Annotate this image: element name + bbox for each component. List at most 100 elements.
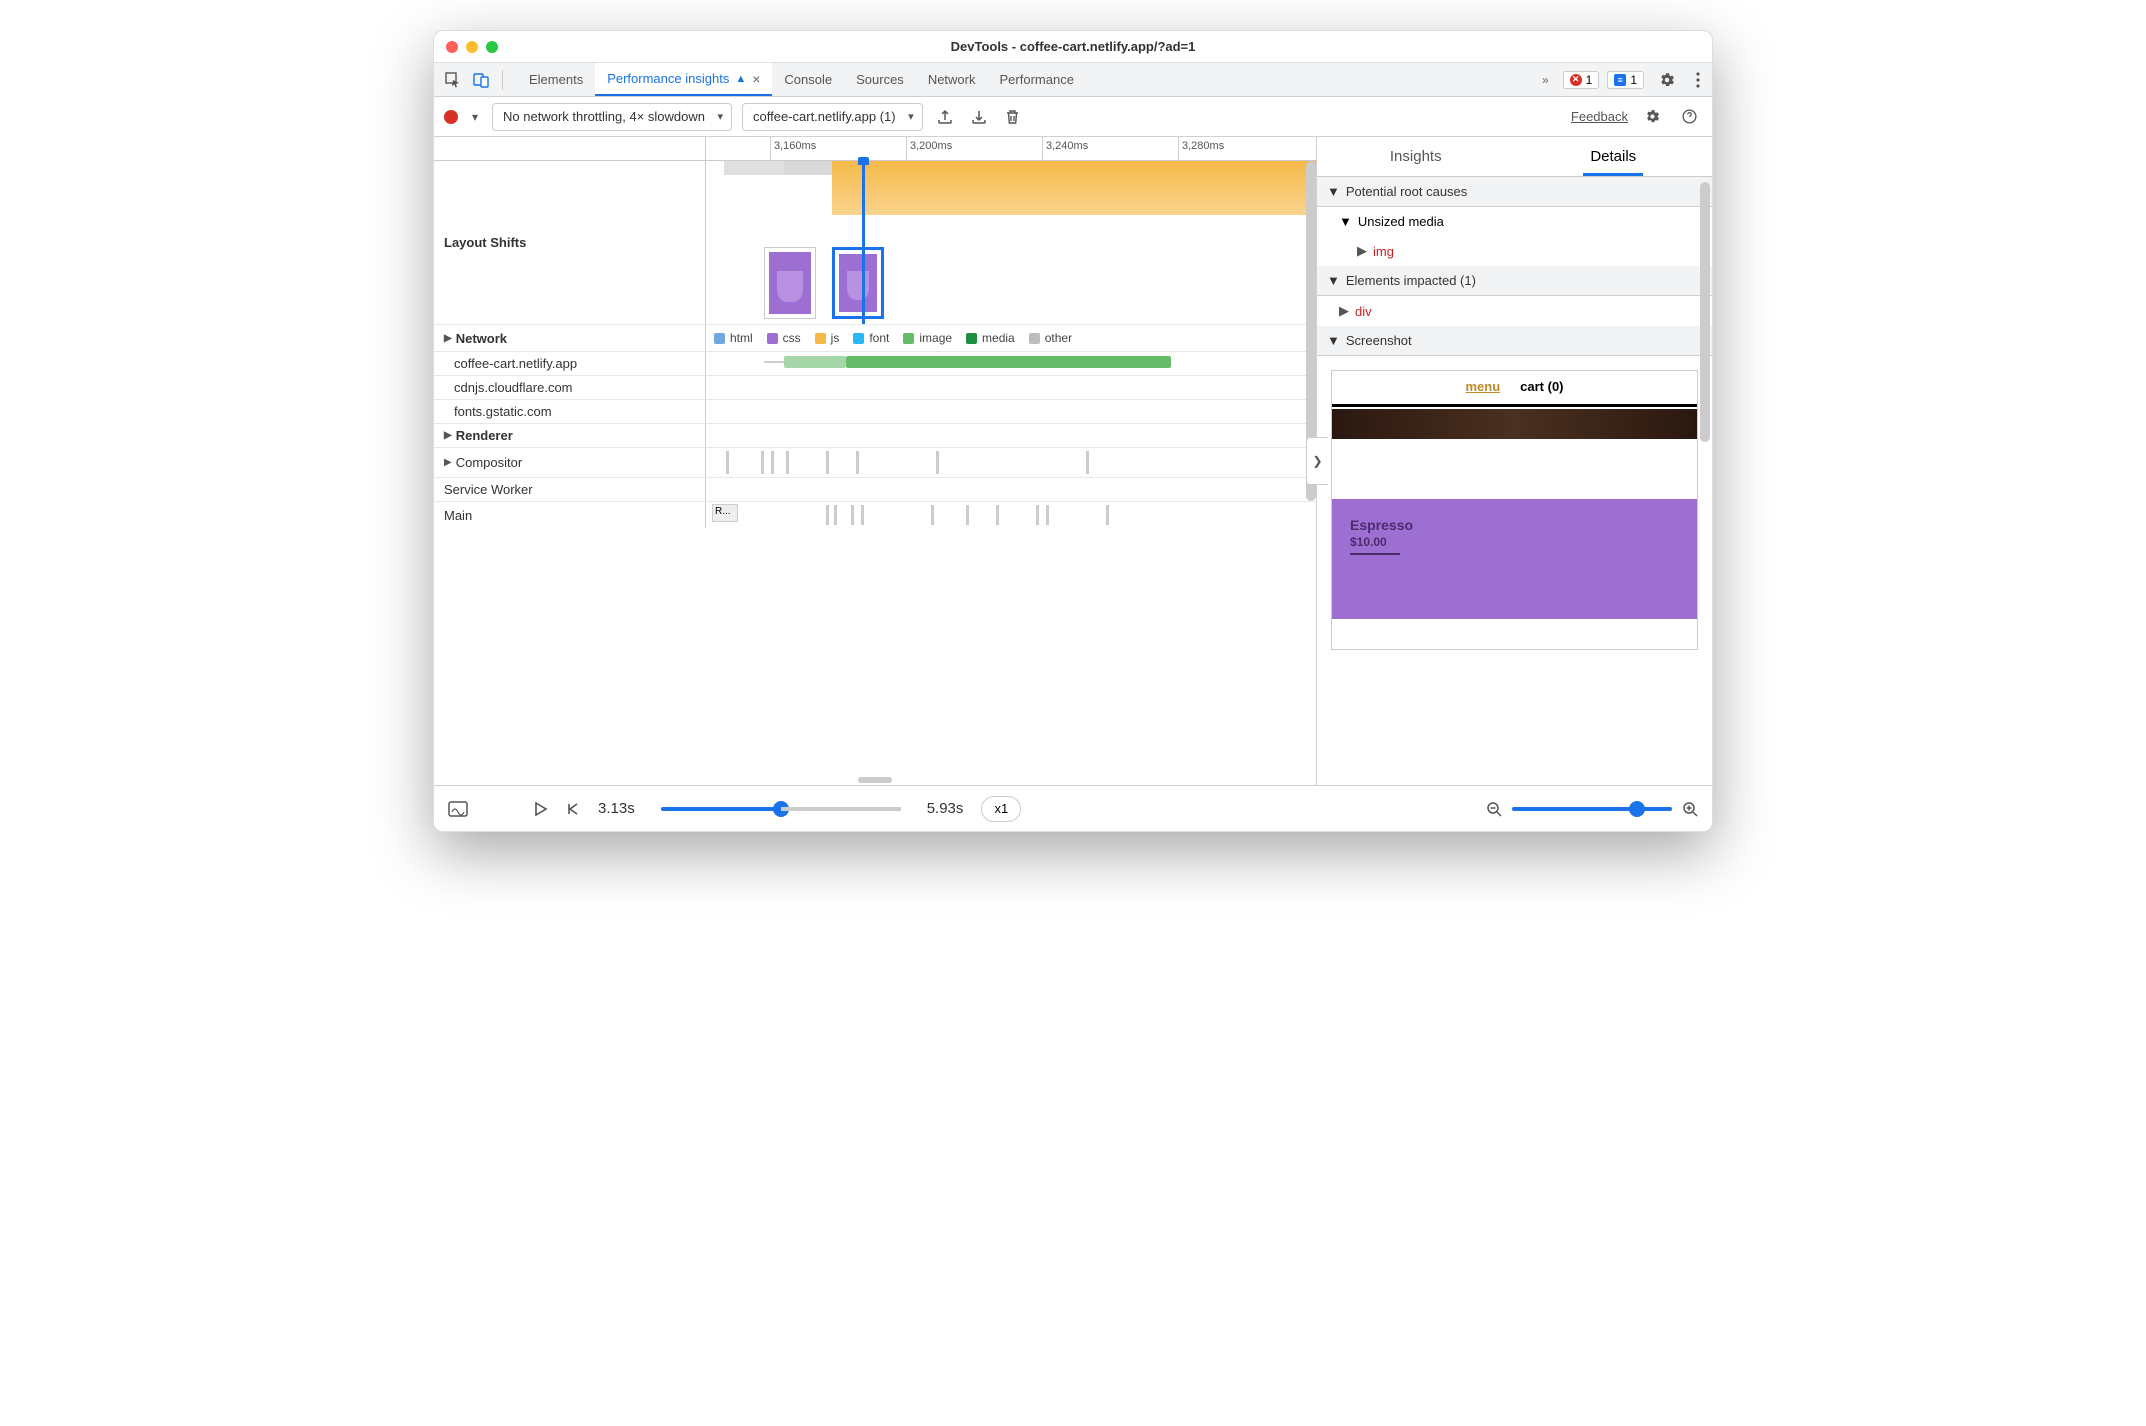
- zoom-out-icon[interactable]: [1486, 801, 1502, 817]
- renderer-content[interactable]: [706, 424, 1316, 447]
- swatch: [1029, 333, 1040, 344]
- maximize-window-button[interactable]: [486, 41, 498, 53]
- swatch: [714, 333, 725, 344]
- issues-icon: ≡: [1614, 74, 1626, 86]
- legend-label: js: [831, 331, 840, 345]
- tab-label: Elements: [529, 72, 583, 87]
- settings-icon[interactable]: [1652, 71, 1682, 89]
- legend-html: html: [714, 331, 753, 345]
- network-host-label: fonts.gstatic.com: [434, 400, 706, 423]
- ruler-tick: 3,280ms: [1178, 137, 1224, 160]
- chevron-down-icon: ▼: [1327, 273, 1340, 288]
- time-slider[interactable]: [661, 807, 901, 811]
- tree-label: div: [1355, 304, 1372, 319]
- network-label[interactable]: ▶Network: [434, 325, 706, 351]
- main-ticks: [706, 505, 1316, 525]
- tab-network[interactable]: Network: [916, 63, 988, 96]
- layout-shifts-content[interactable]: [706, 161, 1316, 324]
- more-menu-icon[interactable]: [1690, 72, 1706, 88]
- delete-icon[interactable]: [1001, 109, 1024, 125]
- screenshot-preview: menu cart (0) Espresso $10.00: [1331, 370, 1698, 650]
- network-header-row: ▶Network html css js font image media ot…: [434, 325, 1316, 352]
- service-worker-label: Service Worker: [434, 478, 706, 501]
- tab-label: Insights: [1390, 148, 1442, 165]
- playback-bar: 3.13s 5.93s x1: [434, 785, 1712, 831]
- zoom-controls: [1486, 801, 1698, 817]
- feedback-link[interactable]: Feedback: [1571, 109, 1628, 124]
- play-icon[interactable]: [534, 801, 548, 817]
- details-scrollbar[interactable]: [1700, 182, 1710, 442]
- details-tab[interactable]: Details: [1515, 137, 1713, 176]
- horizontal-scroll-indicator[interactable]: [858, 777, 892, 783]
- close-tab-icon[interactable]: ×: [752, 71, 760, 87]
- insights-tab[interactable]: Insights: [1317, 137, 1515, 176]
- zoom-slider-thumb[interactable]: [1629, 801, 1645, 817]
- playback-speed[interactable]: x1: [981, 796, 1021, 822]
- target-select[interactable]: coffee-cart.netlify.app (1): [742, 103, 923, 131]
- export-icon[interactable]: [933, 109, 957, 125]
- zoom-in-icon[interactable]: [1682, 801, 1698, 817]
- network-host-content[interactable]: [706, 376, 1316, 399]
- start-time-label: 3.13s: [598, 800, 635, 817]
- tab-elements[interactable]: Elements: [517, 63, 595, 96]
- tab-label: Details: [1590, 148, 1636, 165]
- network-host-content[interactable]: [706, 400, 1316, 423]
- service-worker-content[interactable]: [706, 478, 1316, 501]
- throttling-select[interactable]: No network throttling, 4× slowdown: [492, 103, 732, 131]
- panel-settings-icon[interactable]: [1640, 108, 1665, 125]
- legend-label: media: [982, 331, 1015, 345]
- tab-performance[interactable]: Performance: [988, 63, 1086, 96]
- elements-impacted-section[interactable]: ▼Elements impacted (1): [1317, 266, 1712, 296]
- playhead[interactable]: [862, 161, 865, 324]
- legend-media: media: [966, 331, 1015, 345]
- issues-count: 1: [1630, 73, 1637, 87]
- unsized-media-item[interactable]: ▼Unsized media: [1317, 207, 1712, 236]
- more-tabs-icon[interactable]: »: [1536, 73, 1555, 87]
- layout-shift-thumb[interactable]: [764, 247, 816, 319]
- panel-collapse-handle[interactable]: ❯: [1306, 437, 1328, 485]
- preview-divider: [1332, 404, 1697, 407]
- tree-label: Unsized media: [1358, 214, 1444, 229]
- toggle-preview-icon[interactable]: [448, 801, 468, 817]
- minimize-window-button[interactable]: [466, 41, 478, 53]
- div-element-item[interactable]: ▶div: [1317, 296, 1712, 326]
- screenshot-section[interactable]: ▼Screenshot: [1317, 326, 1712, 356]
- tabs-bar: Elements Performance insights ▲ × Consol…: [434, 63, 1712, 97]
- img-element-item[interactable]: ▶img: [1317, 236, 1712, 266]
- legend-other: other: [1029, 331, 1072, 345]
- issues-badge[interactable]: ≡1: [1607, 71, 1644, 89]
- root-causes-section[interactable]: ▼Potential root causes: [1317, 177, 1712, 207]
- slider-thumb[interactable]: [773, 801, 789, 817]
- legend-label: image: [919, 331, 952, 345]
- time-ruler[interactable]: 3,160ms 3,200ms 3,240ms 3,280ms: [434, 137, 1316, 161]
- inspect-element-icon[interactable]: [440, 67, 466, 93]
- record-menu-dropdown[interactable]: ▾: [468, 110, 482, 124]
- panel-tabs: Elements Performance insights ▲ × Consol…: [517, 63, 1086, 96]
- compositor-label[interactable]: ▶Compositor: [434, 448, 706, 477]
- compositor-ticks: [706, 451, 1316, 474]
- legend-css: css: [767, 331, 801, 345]
- tab-performance-insights[interactable]: Performance insights ▲ ×: [595, 63, 772, 96]
- help-icon[interactable]: [1677, 108, 1702, 125]
- network-host-row: coffee-cart.netlify.app: [434, 352, 1316, 376]
- net-bar-light[interactable]: [784, 356, 846, 368]
- tab-console[interactable]: Console: [772, 63, 844, 96]
- renderer-label-text: Renderer: [456, 428, 513, 443]
- network-host-content[interactable]: [706, 352, 1316, 375]
- layout-shift-thumb-selected[interactable]: [832, 247, 884, 319]
- skip-to-start-icon[interactable]: [566, 802, 580, 816]
- legend-label: font: [869, 331, 889, 345]
- toolbar-right: Feedback: [1571, 108, 1702, 125]
- zoom-slider[interactable]: [1512, 807, 1672, 811]
- tab-sources[interactable]: Sources: [844, 63, 916, 96]
- device-toolbar-icon[interactable]: [468, 67, 494, 93]
- renderer-label[interactable]: ▶Renderer: [434, 424, 706, 447]
- main-thread-content[interactable]: R...: [706, 502, 1316, 528]
- error-badge[interactable]: ✕1: [1563, 71, 1600, 89]
- record-button[interactable]: [444, 110, 458, 124]
- compositor-content[interactable]: [706, 448, 1316, 477]
- import-icon[interactable]: [967, 109, 991, 125]
- swatch: [853, 333, 864, 344]
- net-bar-image[interactable]: [846, 356, 1171, 368]
- close-window-button[interactable]: [446, 41, 458, 53]
